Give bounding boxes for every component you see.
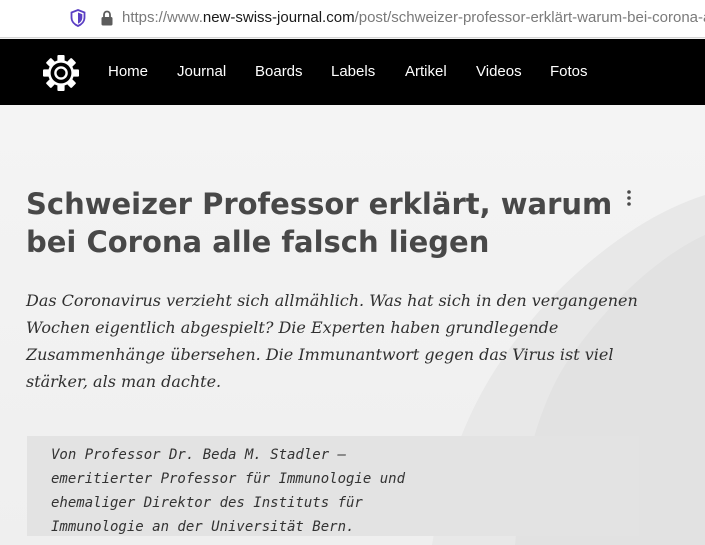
url-path: /post/schweizer-professor-erklärt-warum-… xyxy=(354,9,705,26)
article-content: Schweizer Professor erklärt, warum bei C… xyxy=(0,105,705,545)
author-line: emeritierter Professor für Immunologie u… xyxy=(51,471,406,487)
url-text[interactable]: https://www.new-swiss-journal.com/post/s… xyxy=(122,9,705,27)
nav-item-fotos[interactable]: Fotos xyxy=(550,63,588,81)
nav-item-labels[interactable]: Labels xyxy=(331,63,375,81)
author-line: ehemaliger Direktor des Instituts für xyxy=(51,495,363,511)
author-block: Von Professor Dr. Beda M. Stadler – emer… xyxy=(27,436,639,536)
nav-item-artikel[interactable]: Artikel xyxy=(405,63,447,81)
article-title: Schweizer Professor erklärt, warum bei C… xyxy=(26,187,613,259)
author-line: Von Professor Dr. Beda M. Stadler – xyxy=(51,447,347,463)
url-host: new-swiss-journal.com xyxy=(202,9,355,26)
tracking-shield-icon[interactable] xyxy=(70,9,86,27)
browser-url-bar[interactable]: https://www.new-swiss-journal.com/post/s… xyxy=(0,0,705,38)
url-prefix: https://www. xyxy=(122,9,203,26)
lock-icon[interactable] xyxy=(100,10,114,26)
nav-item-home[interactable]: Home xyxy=(108,63,148,81)
nav-item-journal[interactable]: Journal xyxy=(177,63,226,81)
author-line: Immunologie an der Universität Bern. xyxy=(51,519,355,535)
nav-item-boards[interactable]: Boards xyxy=(255,63,303,81)
site-navbar: Home Journal Boards Labels Artikel Video… xyxy=(0,39,705,105)
gear-logo-icon[interactable] xyxy=(41,53,81,93)
article-lead: Das Coronavirus verzieht sich allmählich… xyxy=(26,291,638,391)
nav-item-videos[interactable]: Videos xyxy=(476,63,522,81)
more-options-icon[interactable] xyxy=(622,189,636,209)
